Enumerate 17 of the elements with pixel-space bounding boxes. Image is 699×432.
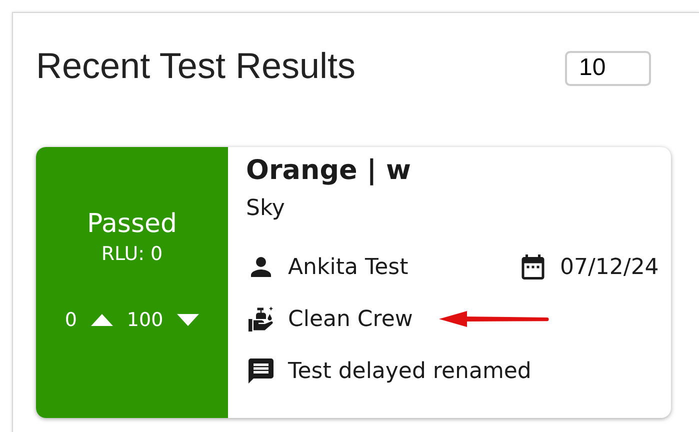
result-card[interactable]: Passed RLU: 0 0 100 Orange | w Sky Ankita Test 07/12/24 Clean Crew Test delayed renamed: [36, 147, 671, 418]
panel-title: Recent Test Results: [36, 45, 356, 87]
test-date: 07/12/24: [560, 254, 659, 280]
location-text: Sky: [246, 196, 286, 221]
count-field[interactable]: 10: [565, 50, 651, 86]
rlu-value: RLU: 0: [101, 243, 163, 265]
up-triangle-icon: [90, 314, 113, 326]
down-triangle-icon: [177, 314, 200, 326]
hand-wash-icon: [246, 304, 276, 334]
note-text: Test delayed renamed: [288, 358, 532, 384]
low-limit: 0: [64, 309, 77, 331]
comment-icon: [246, 356, 276, 386]
team-name: Clean Crew: [288, 306, 413, 332]
user-name: Ankita Test: [288, 254, 408, 280]
status-label: Passed: [86, 209, 178, 239]
high-limit: 100: [126, 309, 164, 331]
result-name: Orange | w: [246, 155, 412, 186]
